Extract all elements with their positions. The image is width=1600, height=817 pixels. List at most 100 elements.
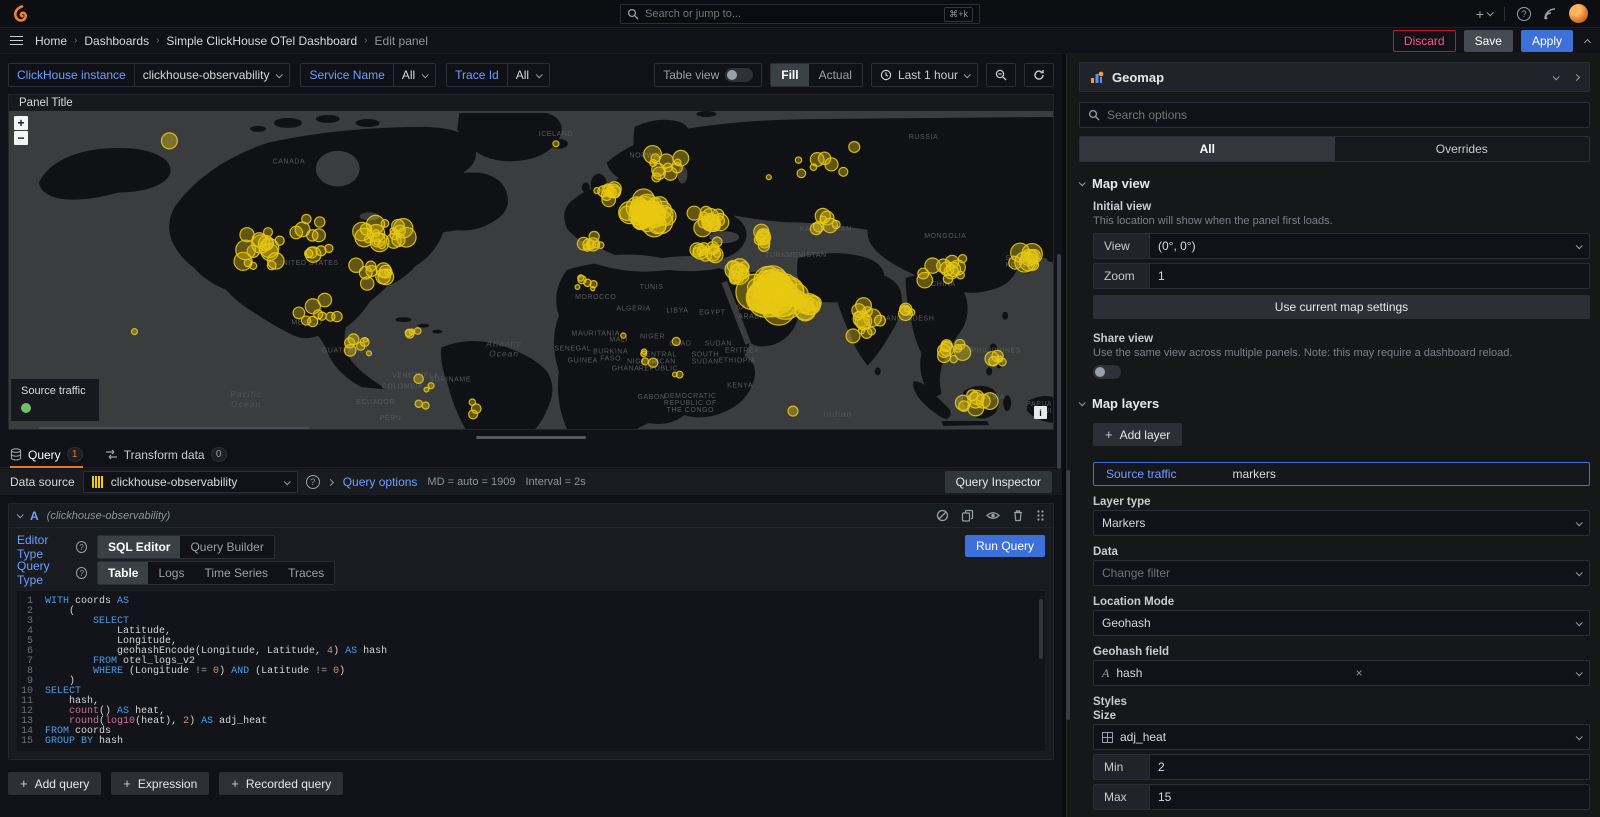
time-range-picker[interactable]: Last 1 hour [871, 63, 978, 87]
variable-value-dropdown[interactable]: All [393, 63, 436, 87]
data-select[interactable]: Change filter [1093, 560, 1590, 586]
grafana-logo[interactable] [12, 5, 30, 23]
sql-line: 14FROM coords [17, 727, 1045, 737]
map-canvas[interactable]: CANADAUNITED STATESMEXICOGUATEMALAVENEZU… [9, 111, 1053, 429]
duplicate-query-icon[interactable] [961, 509, 974, 522]
breadcrumb-item[interactable]: Dashboards [84, 34, 149, 48]
traffic-marker [795, 157, 801, 163]
panel-resize-handle[interactable] [0, 430, 1062, 444]
options-tab-all[interactable]: All [1080, 137, 1335, 161]
hide-response-icon[interactable] [986, 509, 1000, 522]
query-type-help-icon[interactable]: ? [76, 567, 87, 579]
options-tab-overrides[interactable]: Overrides [1335, 137, 1590, 161]
zoom-input[interactable]: 1 [1149, 263, 1590, 289]
use-current-map-settings-button[interactable]: Use current map settings [1093, 295, 1590, 319]
discard-button[interactable]: Discard [1393, 30, 1456, 52]
variable-value-dropdown[interactable]: clickhouse-observability [134, 63, 291, 87]
collapse-header-icon[interactable] [1585, 34, 1590, 48]
pane-scrollbar[interactable] [1066, 470, 1070, 720]
traffic-marker [864, 309, 882, 326]
top-navbar: ⌘+k + ? [0, 0, 1600, 28]
variable-label: Service Name [300, 63, 392, 87]
query-type-traces[interactable]: Traces [278, 562, 334, 584]
traffic-marker [394, 219, 413, 238]
zoom-out-time-button[interactable] [986, 63, 1016, 87]
tab-query[interactable]: Query1 [10, 447, 83, 467]
query-type-time-series[interactable]: Time Series [194, 562, 278, 584]
options-search[interactable] [1079, 102, 1590, 128]
breadcrumb-item[interactable]: Simple ClickHouse OTel Dashboard [166, 34, 357, 48]
query-inspector-button[interactable]: Query Inspector [945, 471, 1052, 493]
run-query-button[interactable]: Run Query [965, 535, 1045, 557]
panel-title[interactable]: Panel Title [9, 95, 1053, 111]
news-icon[interactable] [1543, 7, 1557, 21]
map-place-label: RUSSIA [909, 134, 939, 141]
layer-type-select[interactable]: Markers [1093, 510, 1590, 536]
editor-type-sql-editor[interactable]: SQL Editor [98, 536, 180, 558]
editor-type-help-icon[interactable]: ? [76, 541, 87, 553]
section-map-layers-header[interactable]: Map layers [1079, 396, 1590, 411]
menu-icon[interactable] [10, 36, 23, 46]
traffic-marker [849, 142, 860, 153]
traffic-marker [325, 244, 333, 252]
options-search-input[interactable] [1107, 108, 1581, 122]
global-search[interactable]: ⌘+k [620, 4, 980, 24]
geohash-field-select[interactable]: A hash × [1093, 660, 1590, 686]
display-mode-fill[interactable]: Fill [771, 64, 808, 86]
breadcrumb-item[interactable]: Edit panel [375, 34, 428, 48]
map-attribution-bar [39, 427, 309, 429]
add-layer-button[interactable]: +Add layer [1093, 423, 1182, 446]
add-query-button[interactable]: +Add query [8, 772, 101, 795]
template-variable: Service NameAll [300, 63, 436, 87]
save-button[interactable]: Save [1464, 30, 1513, 52]
query-editor-tabs: Query1 Transform data0 [0, 444, 1062, 468]
collapse-query-icon[interactable] [17, 511, 24, 518]
display-mode-actual[interactable]: Actual [809, 64, 862, 86]
search-input[interactable] [645, 8, 938, 20]
query-type-table[interactable]: Table [98, 562, 148, 584]
max-input[interactable]: 15 [1149, 784, 1590, 810]
map-info-button[interactable]: i [1034, 406, 1047, 419]
traffic-marker [422, 402, 429, 409]
sql-scrollbar[interactable] [1039, 599, 1043, 659]
variable-value-dropdown[interactable]: All [507, 63, 550, 87]
query-row-header[interactable]: A (clickhouse-observability) [9, 504, 1053, 528]
section-map-view-header[interactable]: Map view [1079, 176, 1590, 191]
query-options-link[interactable]: Query options [343, 475, 418, 489]
layer-card[interactable]: Source traffic markers [1093, 462, 1590, 486]
map-place-label: CANADA [273, 159, 306, 166]
clear-icon[interactable]: × [1356, 666, 1363, 680]
visualization-picker[interactable]: Geomap [1079, 62, 1590, 92]
query-type-logs[interactable]: Logs [148, 562, 194, 584]
expression-button[interactable]: +Expression [111, 772, 209, 795]
tab-transform-data[interactable]: Transform data0 [105, 447, 227, 467]
disable-query-icon[interactable] [936, 509, 949, 522]
location-mode-select[interactable]: Geohash [1093, 610, 1590, 636]
main-scrollbar[interactable] [1057, 254, 1061, 469]
map-zoom-out-button[interactable]: − [14, 131, 28, 145]
help-icon[interactable]: ? [1517, 7, 1531, 21]
sql-editor[interactable]: 1WITH coords AS2 (3 SELECT4 Latitude,5 L… [17, 590, 1045, 751]
map-zoom-in-button[interactable]: + [14, 116, 28, 130]
map-place-label: MONGOLIA [924, 233, 966, 240]
recorded-query-button[interactable]: +Recorded query [219, 772, 343, 795]
datasource-help-icon[interactable]: ? [306, 475, 320, 489]
max-label: Max [1093, 784, 1149, 810]
viz-dropdown-icon[interactable] [1553, 73, 1560, 80]
size-field-select[interactable]: adj_heat [1093, 724, 1590, 750]
drag-handle-icon[interactable] [1036, 509, 1045, 522]
add-new-button[interactable]: + [1476, 6, 1492, 22]
delete-query-icon[interactable] [1012, 509, 1024, 522]
datasource-picker[interactable]: clickhouse-observability [83, 471, 298, 493]
editor-type-query-builder[interactable]: Query Builder [180, 536, 273, 558]
table-view-switch[interactable] [725, 68, 753, 82]
apply-button[interactable]: Apply [1521, 30, 1573, 52]
collapse-pane-icon[interactable] [1573, 73, 1580, 80]
share-view-toggle[interactable] [1093, 365, 1121, 379]
refresh-button[interactable] [1024, 63, 1054, 87]
table-view-toggle[interactable]: Table view [654, 63, 762, 87]
min-input[interactable]: 2 [1149, 754, 1590, 780]
user-avatar[interactable] [1569, 4, 1588, 23]
breadcrumb-item[interactable]: Home [35, 34, 67, 48]
view-select[interactable]: (0°, 0°) [1149, 233, 1590, 259]
